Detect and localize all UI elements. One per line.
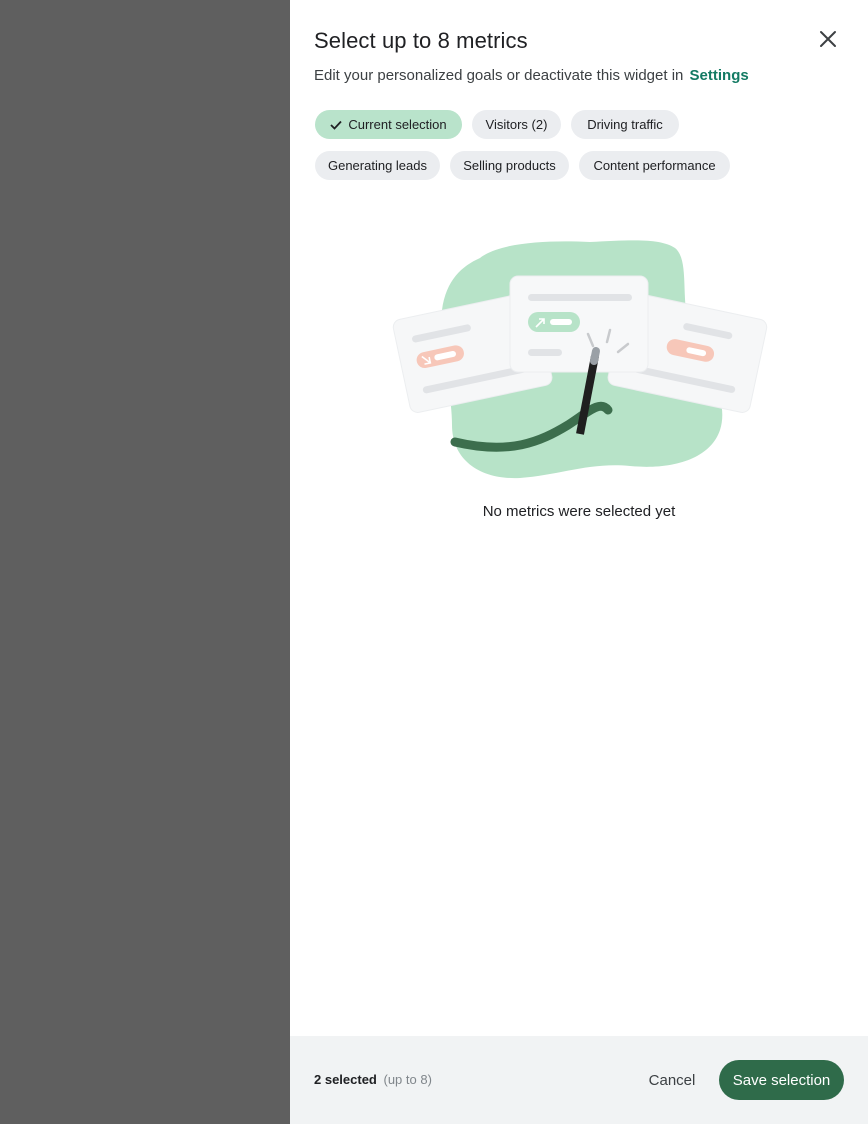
- magic-wand-illustration: [392, 240, 768, 479]
- chip-content-performance[interactable]: Content performance: [579, 151, 730, 180]
- close-button[interactable]: [812, 22, 844, 56]
- panel-title: Select up to 8 metrics: [314, 28, 528, 53]
- chip-selling-products[interactable]: Selling products: [450, 151, 569, 180]
- panel-footer: 2 selected (up to 8) Cancel Save selecti…: [290, 1036, 868, 1124]
- chip-label: Current selection: [348, 117, 447, 132]
- empty-state-message: No metrics were selected yet: [482, 503, 676, 520]
- chip-label: Generating leads: [327, 158, 427, 173]
- metrics-side-panel: Select up to 8 metrics Edit your persona…: [290, 0, 868, 1124]
- save-selection-button[interactable]: Save selection: [719, 1060, 844, 1100]
- chip-current-selection[interactable]: Current selection: [315, 110, 462, 139]
- chip-label: Content performance: [593, 158, 716, 173]
- subtitle-text: Edit your personalized goals or deactiva…: [314, 67, 684, 84]
- selected-count-text: 2 selected: [314, 1072, 377, 1087]
- chip-generating-leads[interactable]: Generating leads: [315, 151, 440, 180]
- chip-driving-traffic[interactable]: Driving traffic: [571, 110, 679, 139]
- chip-label: Selling products: [463, 158, 556, 173]
- close-icon: [820, 31, 836, 47]
- chip-label: Visitors (2): [485, 117, 548, 132]
- limit-note: (up to 8): [383, 1072, 432, 1087]
- settings-link[interactable]: Settings: [690, 67, 749, 84]
- selection-count: 2 selected (up to 8): [314, 1072, 432, 1087]
- cancel-button[interactable]: Cancel: [636, 1060, 708, 1100]
- check-icon: [330, 120, 343, 130]
- modal-backdrop[interactable]: [0, 0, 290, 1124]
- chip-label: Driving traffic: [587, 117, 663, 132]
- panel-subtitle: Edit your personalized goals or deactiva…: [314, 67, 749, 84]
- chip-visitors[interactable]: Visitors (2): [472, 110, 561, 139]
